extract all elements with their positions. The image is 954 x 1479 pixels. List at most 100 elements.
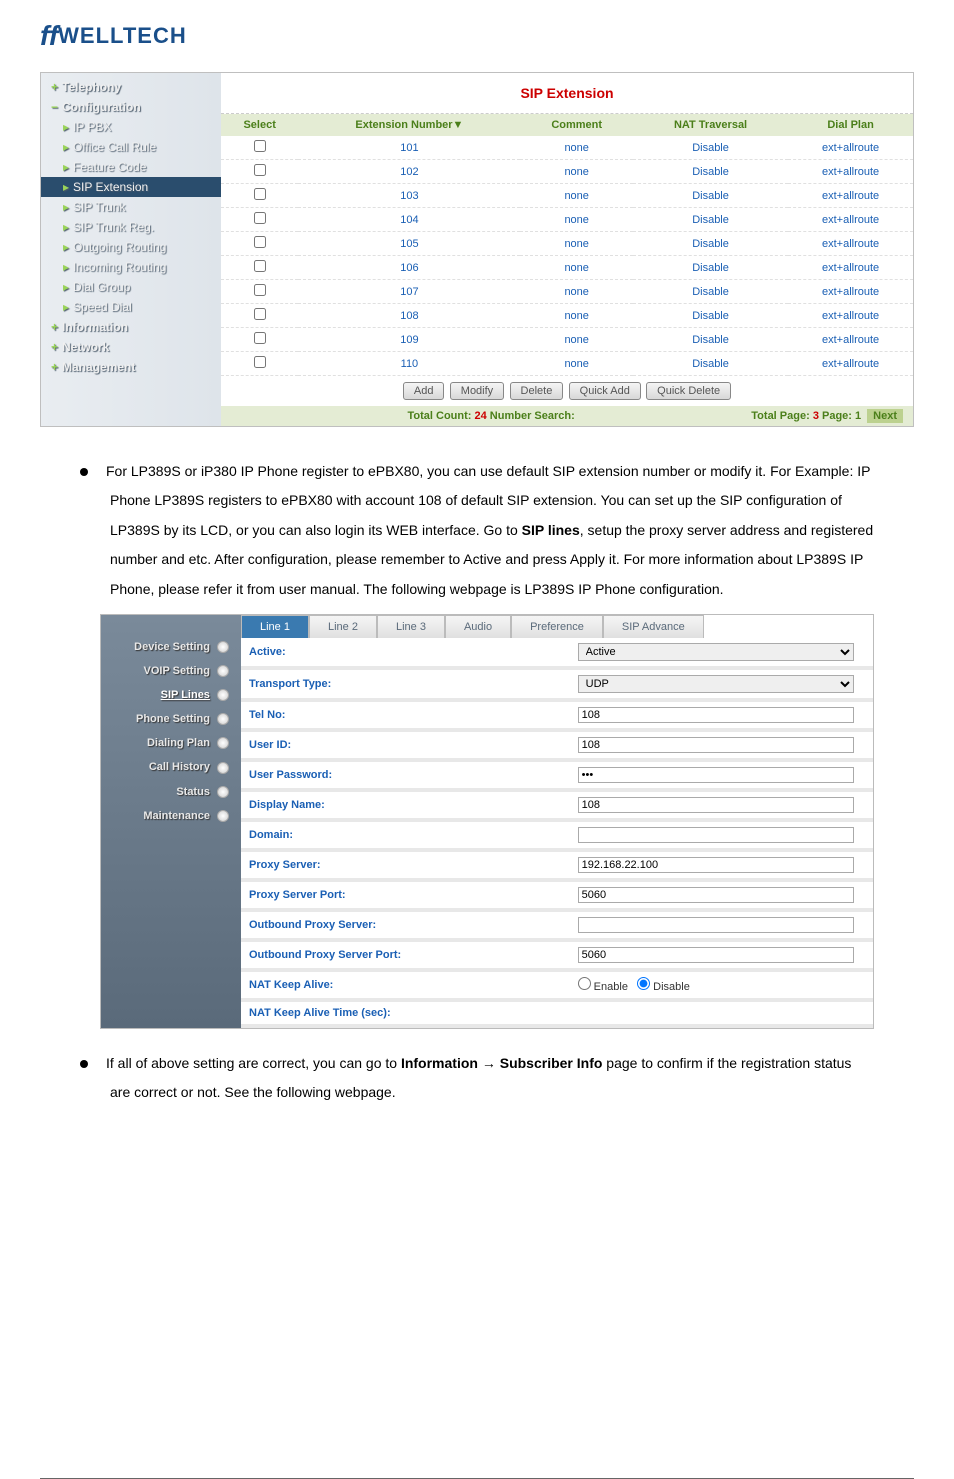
nav-configuration[interactable]: −Configuration [41,97,221,117]
cell-comment: none [520,136,632,160]
bullet-icon: ▸ [63,140,69,154]
nav-sub-office-call-rule[interactable]: ▸Office Call Rule [41,137,221,157]
cell-nat: Disable [633,184,788,208]
cell-comment: none [520,304,632,328]
form-label: NAT Keep Alive: [241,970,570,1000]
field-input[interactable] [578,917,854,933]
field-input[interactable] [578,887,854,903]
cell-comment: none [520,232,632,256]
tab-preference[interactable]: Preference [511,615,603,638]
logo: ff WELLTECH [40,20,914,52]
cell-ext: 106 [298,256,520,280]
nav-sub-speed-dial[interactable]: ▸Speed Dial [41,297,221,317]
nav-sub-incoming-routing[interactable]: ▸Incoming Routing [41,257,221,277]
row-checkbox[interactable] [254,212,266,224]
circle-icon [217,737,229,749]
field-select[interactable]: UDP [578,675,854,693]
nav-telephony[interactable]: +Telephony [41,77,221,97]
nav2-dialing-plan[interactable]: Dialing Plan [101,731,241,755]
table-row[interactable]: 110noneDisableext+allroute [221,352,913,376]
nav-sub-ip-pbx[interactable]: ▸IP PBX [41,117,221,137]
cell-nat: Disable [633,256,788,280]
cell-plan: ext+allroute [788,304,913,328]
table-row[interactable]: 105noneDisableext+allroute [221,232,913,256]
cell-nat: Disable [633,232,788,256]
cell-plan: ext+allroute [788,136,913,160]
cell-nat: Disable [633,208,788,232]
nav-sub-outgoing-routing[interactable]: ▸Outgoing Routing [41,237,221,257]
minus-icon: − [51,100,58,114]
row-checkbox[interactable] [254,188,266,200]
nav-sub-dial-group[interactable]: ▸Dial Group [41,277,221,297]
row-checkbox[interactable] [254,164,266,176]
bullet-icon: ▸ [63,120,69,134]
next-button[interactable]: Next [867,409,903,423]
nav2-maintenance[interactable]: Maintenance [101,804,241,828]
plus-icon: + [51,340,58,354]
nav-sub-sip-trunk-reg-[interactable]: ▸SIP Trunk Reg. [41,217,221,237]
th-extnum[interactable]: Extension Number▼ [298,114,520,136]
table-row[interactable]: 109noneDisableext+allroute [221,328,913,352]
sip-line-form: Active:ActiveTransport Type:UDPTel No:Us… [241,638,873,1028]
cell-nat: Disable [633,280,788,304]
field-input[interactable] [578,707,854,723]
nav2-voip-setting[interactable]: VOIP Setting [101,659,241,683]
quickadd-button[interactable]: Quick Add [569,382,641,400]
nav2-sip-lines[interactable]: SIP Lines [101,683,241,707]
radio-disable[interactable]: Disable [637,981,690,993]
cell-comment: none [520,208,632,232]
field-input[interactable] [578,947,854,963]
cell-ext: 107 [298,280,520,304]
table-row[interactable]: 101noneDisableext+allroute [221,136,913,160]
nav-network[interactable]: +Network [41,337,221,357]
row-checkbox[interactable] [254,332,266,344]
tab-line-3[interactable]: Line 3 [377,615,445,638]
field-input[interactable] [578,827,854,843]
row-checkbox[interactable] [254,236,266,248]
field-password[interactable] [578,767,854,783]
field-input[interactable] [578,737,854,753]
field-select[interactable]: Active [578,643,854,661]
nav-information[interactable]: +Information [41,317,221,337]
nav2-status[interactable]: Status [101,780,241,804]
cell-comment: none [520,352,632,376]
add-button[interactable]: Add [403,382,445,400]
table-row[interactable]: 103noneDisableext+allroute [221,184,913,208]
cell-ext: 104 [298,208,520,232]
tab-line-2[interactable]: Line 2 [309,615,377,638]
row-checkbox[interactable] [254,140,266,152]
nav-sub-feature-code[interactable]: ▸Feature Code [41,157,221,177]
modify-button[interactable]: Modify [450,382,504,400]
nav2-device-setting[interactable]: Device Setting [101,635,241,659]
nav2-call-history[interactable]: Call History [101,755,241,779]
radio-enable[interactable]: Enable [578,981,628,993]
field-input[interactable] [578,857,854,873]
logo-text: WELLTECH [58,23,187,49]
field-input[interactable] [578,797,854,813]
plus-icon: + [51,360,58,374]
tab-sip-advance[interactable]: SIP Advance [603,615,704,638]
nav2-phone-setting[interactable]: Phone Setting [101,707,241,731]
circle-icon [217,786,229,798]
table-row[interactable]: 102noneDisableext+allroute [221,160,913,184]
row-checkbox[interactable] [254,284,266,296]
table-row[interactable]: 106noneDisableext+allroute [221,256,913,280]
nav-sub-sip-extension[interactable]: ▸SIP Extension [41,177,221,197]
table-row[interactable]: 108noneDisableext+allroute [221,304,913,328]
row-checkbox[interactable] [254,308,266,320]
tab-line-1[interactable]: Line 1 [241,615,309,638]
panel-title: SIP Extension [221,73,913,114]
row-checkbox[interactable] [254,260,266,272]
tab-audio[interactable]: Audio [445,615,511,638]
cell-plan: ext+allroute [788,256,913,280]
nav-sub-sip-trunk[interactable]: ▸SIP Trunk [41,197,221,217]
row-checkbox[interactable] [254,356,266,368]
table-row[interactable]: 104noneDisableext+allroute [221,208,913,232]
cell-comment: none [520,184,632,208]
bullet-icon: ▸ [63,200,69,214]
quickdel-button[interactable]: Quick Delete [646,382,731,400]
bullet-icon: ▸ [63,240,69,254]
nav-management[interactable]: +Management [41,357,221,377]
delete-button[interactable]: Delete [510,382,564,400]
table-row[interactable]: 107noneDisableext+allroute [221,280,913,304]
